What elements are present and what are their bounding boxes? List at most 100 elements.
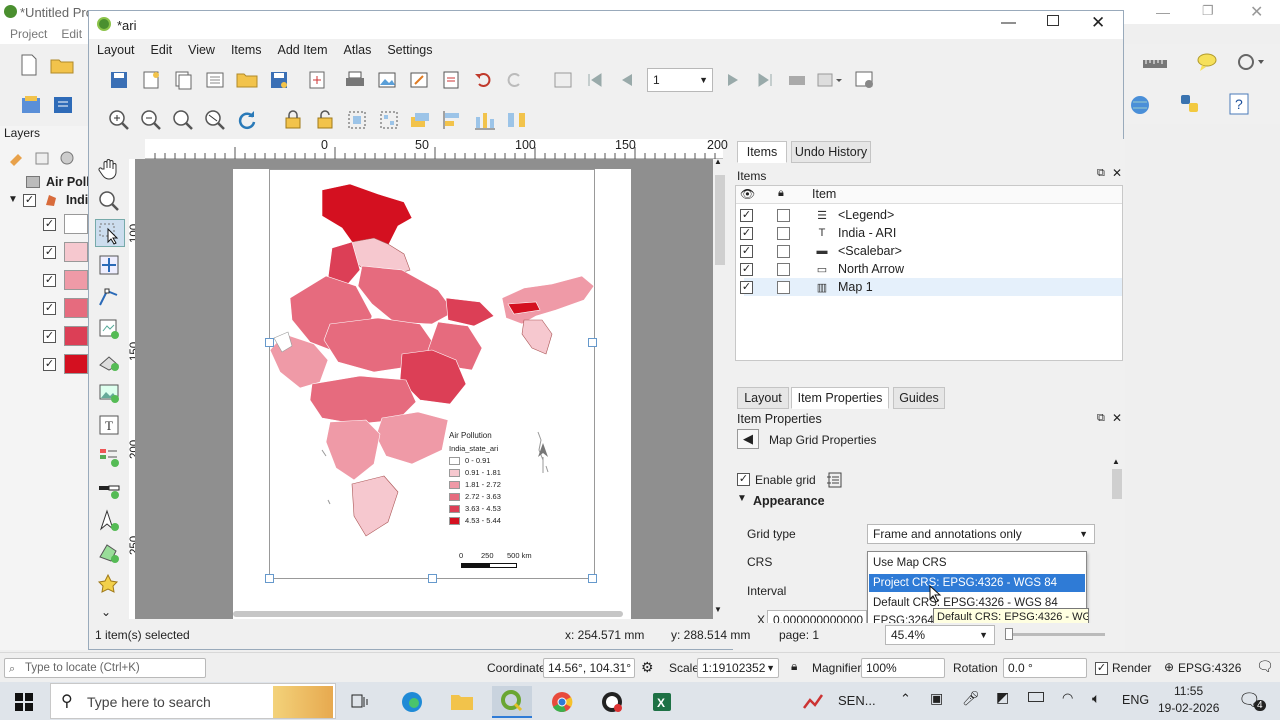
gps-settings-icon[interactable] bbox=[1236, 52, 1266, 72]
class-checkbox[interactable]: ✓ bbox=[43, 274, 56, 287]
unlock-items-button[interactable] bbox=[312, 107, 338, 133]
layer-checkbox[interactable]: ✓ bbox=[23, 194, 36, 207]
resize-button[interactable] bbox=[504, 107, 530, 133]
device-icon[interactable]: ◩ bbox=[996, 689, 1009, 706]
news-widget[interactable]: SEN... bbox=[800, 686, 880, 716]
locator-input[interactable]: ⌕ Type to locate (Ctrl+K) bbox=[4, 658, 206, 678]
tab-undo-history[interactable]: Undo History bbox=[791, 141, 871, 163]
zoom-select[interactable]: 45.4% ▼ bbox=[885, 625, 995, 645]
menu-add-item[interactable]: Add Item bbox=[270, 43, 336, 57]
scroll-up-icon[interactable]: ▲ bbox=[714, 157, 722, 166]
crs-option-selected[interactable]: Project CRS: EPSG:4326 - WGS 84 bbox=[869, 574, 1085, 592]
add-3d-map-button[interactable] bbox=[97, 349, 123, 375]
rotation-field[interactable]: 0.0 ° bbox=[1003, 658, 1087, 678]
crs-button[interactable]: EPSG:4326 bbox=[1178, 661, 1241, 675]
add-shape-button[interactable] bbox=[97, 541, 123, 567]
toggle-extents-icon[interactable]: ⚙ bbox=[641, 659, 654, 676]
new-project-icon[interactable] bbox=[20, 54, 38, 76]
data-defined-icon[interactable] bbox=[825, 471, 847, 489]
scalebar-item[interactable]: 0 250 500 km bbox=[455, 551, 541, 581]
style-icon[interactable] bbox=[8, 150, 26, 166]
item-visible-checkbox[interactable]: ✓ bbox=[740, 280, 753, 294]
zoom-tool-button[interactable] bbox=[97, 189, 123, 215]
task-view-button[interactable] bbox=[340, 686, 380, 718]
align-left-button[interactable] bbox=[440, 107, 466, 133]
scroll-down-icon[interactable]: ▼ bbox=[714, 605, 722, 614]
atlas-preview-button[interactable] bbox=[550, 67, 576, 93]
export-pdf-button[interactable] bbox=[438, 67, 464, 93]
class-checkbox[interactable]: ✓ bbox=[43, 218, 56, 231]
render-checkbox[interactable]: ✓ bbox=[1095, 662, 1108, 675]
export-image-button[interactable] bbox=[374, 67, 400, 93]
lock-icon[interactable]: 🔒︎ bbox=[791, 659, 797, 674]
close-panel-icon[interactable]: ✕ bbox=[1112, 411, 1122, 425]
menu-layout[interactable]: Layout bbox=[89, 43, 143, 57]
clock-date[interactable]: 19-02-2026 bbox=[1158, 701, 1219, 715]
layer-air-poll[interactable]: Air Poll bbox=[46, 175, 90, 189]
globe-icon[interactable] bbox=[1128, 94, 1152, 116]
item-row[interactable]: ✓ ☰ <Legend> bbox=[740, 206, 1122, 224]
scroll-thumb[interactable] bbox=[715, 175, 725, 265]
tab-item-properties[interactable]: Item Properties bbox=[791, 387, 889, 409]
menu-project[interactable]: Project bbox=[10, 27, 47, 41]
group-items-button[interactable] bbox=[344, 107, 370, 133]
scale-field[interactable]: 1:19102352 ▼ bbox=[697, 658, 779, 678]
class-checkbox[interactable]: ✓ bbox=[43, 246, 56, 259]
save-layout-button[interactable] bbox=[106, 67, 132, 93]
item-row[interactable]: ✓ ▥ Map 1 bbox=[740, 278, 1122, 296]
ungroup-items-button[interactable] bbox=[376, 107, 402, 133]
add-group-icon[interactable] bbox=[34, 150, 50, 166]
add-pages-button[interactable] bbox=[304, 67, 330, 93]
first-feature-button[interactable] bbox=[582, 67, 608, 93]
close-icon[interactable]: ✕ bbox=[1091, 13, 1105, 33]
tab-layout[interactable]: Layout bbox=[737, 387, 789, 409]
crs-option[interactable]: Use Map CRS bbox=[869, 554, 1085, 572]
select-move-button[interactable] bbox=[95, 219, 125, 247]
chrome-app[interactable] bbox=[542, 686, 582, 718]
atlas-settings-button[interactable] bbox=[852, 67, 878, 93]
maximize-icon[interactable] bbox=[1047, 15, 1059, 26]
zoom-full-button[interactable] bbox=[202, 107, 228, 133]
scroll-thumb[interactable] bbox=[1112, 469, 1122, 499]
item-visible-checkbox[interactable]: ✓ bbox=[740, 244, 753, 258]
language-indicator[interactable]: ENG bbox=[1122, 693, 1149, 707]
zoom-slider-handle[interactable] bbox=[1005, 628, 1013, 640]
help-icon[interactable]: ? bbox=[1228, 92, 1250, 116]
add-label-button[interactable]: T bbox=[97, 413, 123, 439]
grid-type-select[interactable]: Frame and annotations only ▼ bbox=[867, 524, 1095, 544]
redo-button[interactable] bbox=[502, 67, 528, 93]
show-hidden-icons[interactable]: ⌃ bbox=[900, 691, 911, 707]
item-visible-checkbox[interactable]: ✓ bbox=[740, 262, 753, 276]
north-arrow[interactable] bbox=[535, 441, 551, 477]
distribute-button[interactable] bbox=[472, 107, 498, 133]
class-checkbox[interactable]: ✓ bbox=[43, 358, 56, 371]
zoom-slider[interactable] bbox=[1005, 628, 1105, 640]
selection-handle[interactable] bbox=[265, 338, 274, 347]
tab-items[interactable]: Items bbox=[737, 141, 787, 163]
file-explorer-app[interactable] bbox=[442, 686, 482, 718]
add-scalebar-button[interactable] bbox=[97, 477, 123, 503]
new-geopackage-icon[interactable] bbox=[52, 94, 74, 116]
restore-icon[interactable]: ❐ bbox=[1202, 3, 1214, 19]
item-lock-checkbox[interactable] bbox=[777, 208, 790, 222]
collapse-icon[interactable]: ▼ bbox=[737, 493, 747, 504]
menu-edit[interactable]: Edit bbox=[143, 43, 181, 57]
layer-india[interactable]: Indi bbox=[66, 193, 88, 207]
magnifier-field[interactable]: 100% bbox=[861, 658, 945, 678]
data-source-manager-icon[interactable] bbox=[20, 94, 42, 116]
float-panel-icon[interactable]: ⧉ bbox=[1097, 412, 1105, 425]
obs-app[interactable] bbox=[592, 686, 632, 718]
minimize-icon[interactable]: — bbox=[1001, 14, 1016, 31]
item-lock-checkbox[interactable] bbox=[777, 244, 790, 258]
zoom-100-button[interactable] bbox=[170, 107, 196, 133]
start-button[interactable] bbox=[4, 686, 44, 718]
class-checkbox[interactable]: ✓ bbox=[43, 302, 56, 315]
notifications-button[interactable]: 🗨︎ 4 bbox=[1236, 686, 1266, 716]
qgis-app[interactable] bbox=[492, 686, 532, 718]
edit-nodes-button[interactable] bbox=[97, 285, 123, 311]
selection-handle[interactable] bbox=[428, 574, 437, 583]
map-item[interactable] bbox=[265, 169, 597, 583]
menu-view[interactable]: View bbox=[180, 43, 223, 57]
selection-handle[interactable] bbox=[588, 574, 597, 583]
print-button[interactable] bbox=[342, 67, 368, 93]
